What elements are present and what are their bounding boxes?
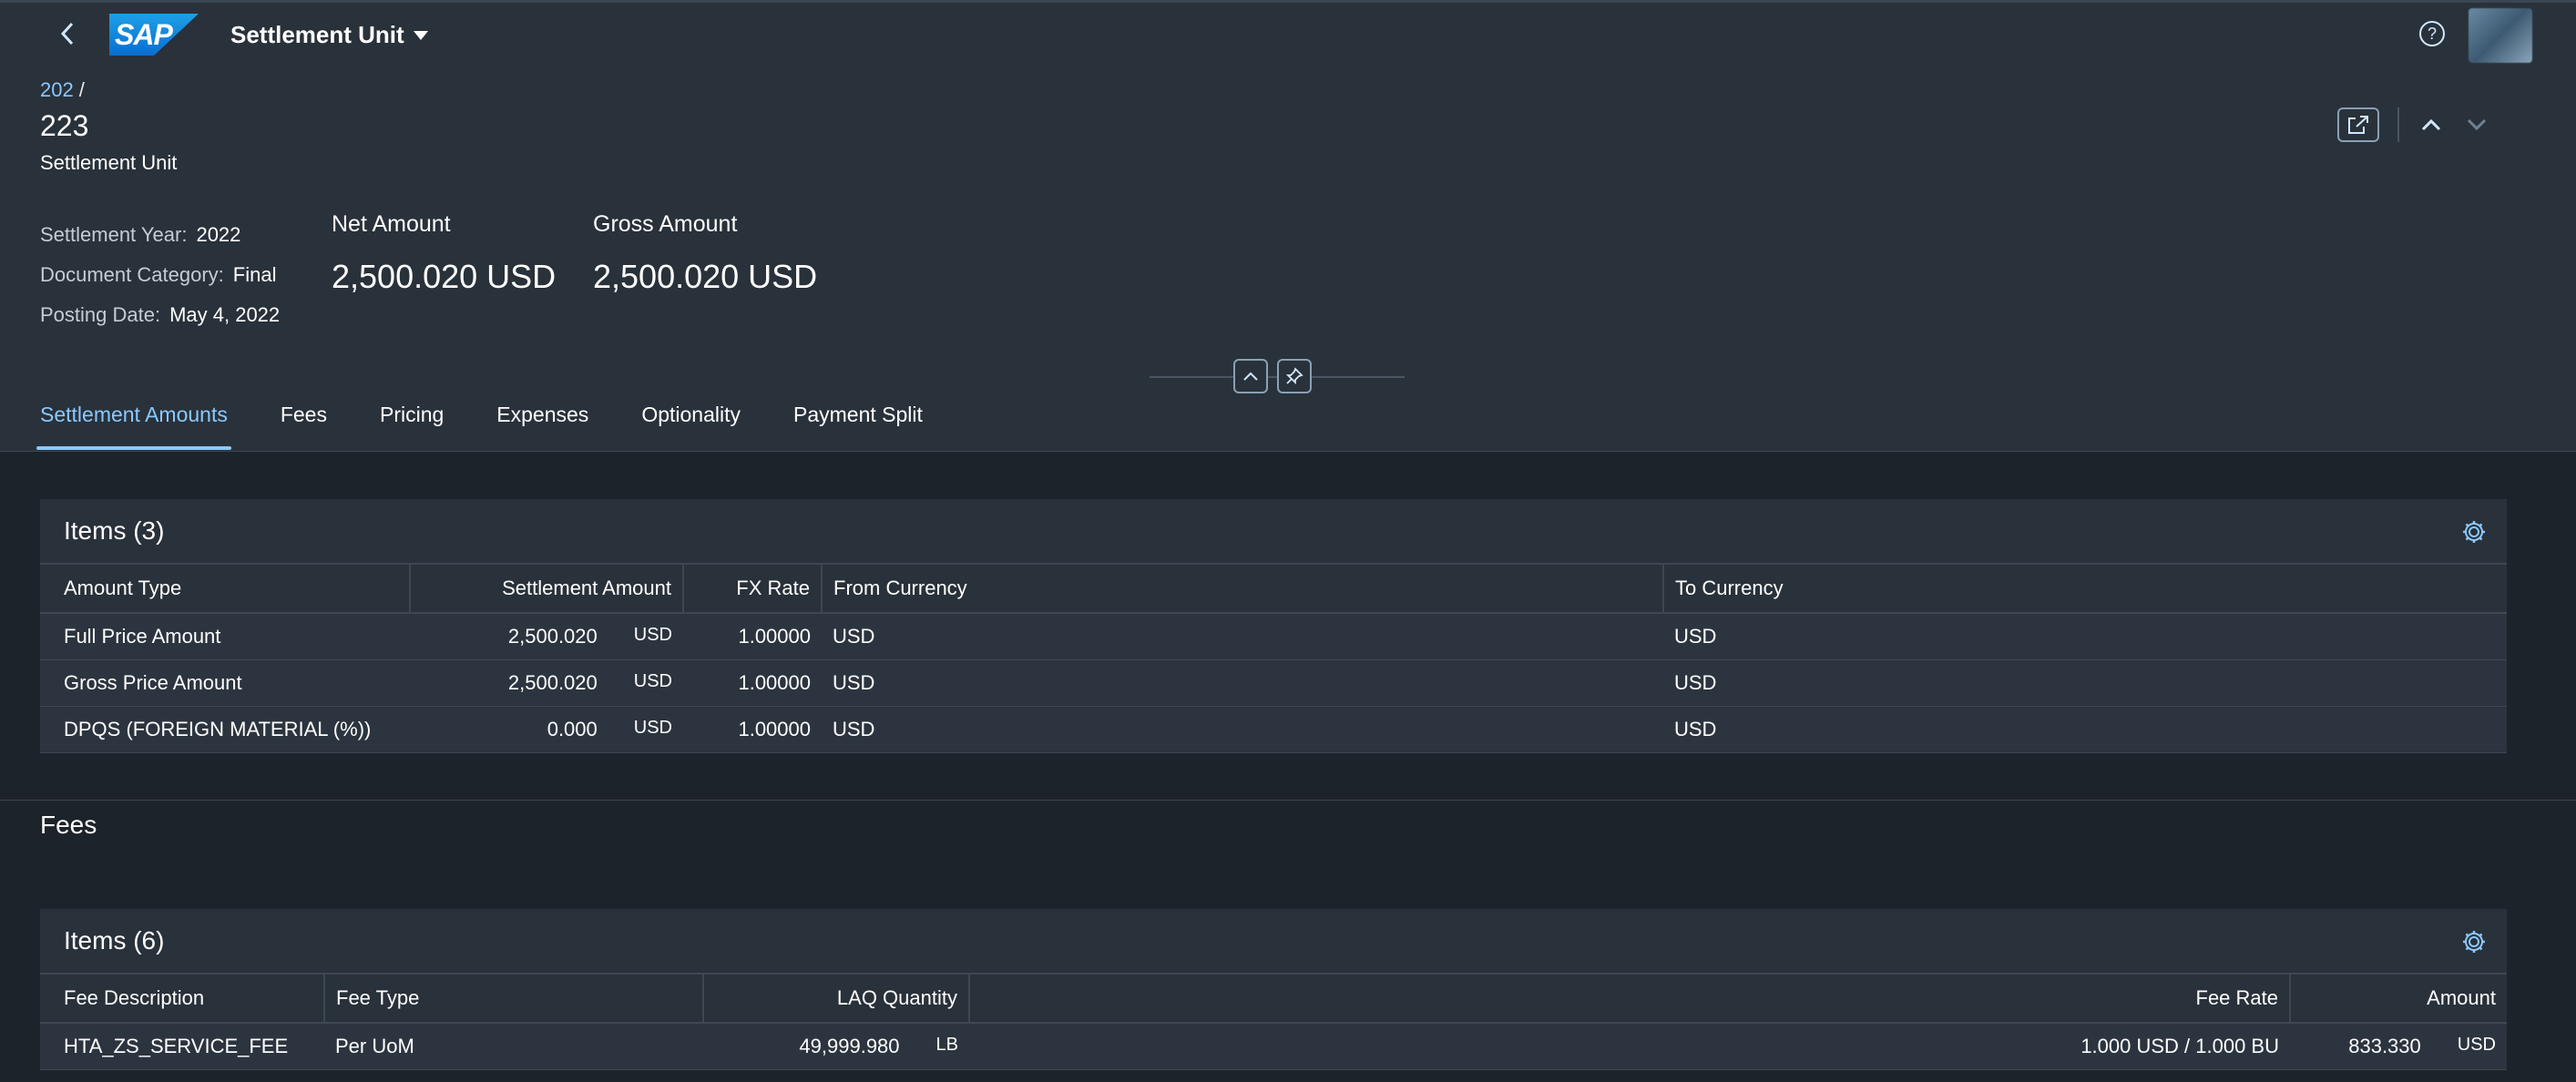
chevron-up-icon [1243, 372, 1258, 381]
column-header[interactable]: From Currency [822, 563, 1664, 614]
column-header[interactable]: Fee Description [40, 973, 325, 1024]
cell-to-currency: USD [1663, 706, 2507, 753]
column-header[interactable]: Fee Rate [969, 973, 2291, 1024]
shell-bar: SAP Settlement Unit ? [0, 0, 2576, 66]
tab-bar: Settlement Amounts Fees Pricing Expenses… [36, 403, 926, 450]
tab-settlement-amounts[interactable]: Settlement Amounts [36, 403, 231, 450]
table-row[interactable]: Full Price Amount 2,500.020 USD 1.00000 U… [40, 613, 2507, 660]
page-title: 223 [40, 109, 89, 142]
cell-to-currency: USD [1663, 613, 2507, 660]
table-row[interactable]: Gross Price Amount 2,500.020 USD 1.00000 … [40, 659, 2507, 707]
cell-fee-rate: 1.000 USD / 1.000 BU [969, 1023, 2290, 1070]
cell-settlement-amount: 0.000 USD [410, 706, 683, 753]
caret-down-icon [413, 30, 428, 40]
sap-logo: SAP [109, 14, 199, 56]
chevron-up-icon [2421, 118, 2441, 131]
header-attributes: Settlement Year: 2022 Document Category: F… [40, 215, 280, 335]
table-row[interactable]: HTA_ZS_SERVICE_FEE Per UoM 49,999.980 LB … [40, 1023, 2507, 1070]
table-header-row: Amount Type Settlement Amount FX Rate Fr… [40, 563, 2507, 614]
kpi-value: 2,500.020 USD [593, 258, 818, 295]
column-header[interactable]: FX Rate [683, 563, 823, 614]
table-header-row: Fee Description Fee Type LAQ Quantity Fe… [40, 973, 2507, 1024]
cell-settlement-amount: 2,500.020 USD [410, 613, 683, 660]
cell-from-currency: USD [822, 706, 1663, 753]
object-header: 202/ 223 Settlement Unit Settlement Year… [0, 66, 2576, 452]
section-divider [0, 800, 2576, 801]
pin-icon [1285, 367, 1303, 385]
attribute-document-category: Document Category: Final [40, 263, 277, 286]
table-title: Items (6) [64, 926, 165, 954]
previous-item-button[interactable] [2418, 111, 2445, 138]
cell-amount-type: DPQS (FOREIGN MATERIAL (%)) [40, 706, 410, 753]
breadcrumb-separator: / [78, 78, 85, 101]
tab-payment-split[interactable]: Payment Split [790, 403, 926, 447]
collapse-header-button[interactable] [1233, 359, 1268, 393]
cell-fx-rate: 1.00000 [683, 706, 822, 753]
back-button[interactable] [49, 15, 86, 52]
kpi-value: 2,500.020 USD [332, 258, 557, 295]
breadcrumb: 202/ [40, 78, 85, 102]
cell-fee-type: Per UoM [324, 1023, 703, 1070]
cell-fee-description: HTA_ZS_SERVICE_FEE [40, 1023, 324, 1070]
tab-pricing[interactable]: Pricing [376, 403, 447, 447]
divider [2397, 107, 2399, 142]
cell-amount: 833.330 USD [2290, 1023, 2507, 1070]
breadcrumb-link[interactable]: 202 [40, 78, 74, 101]
app-title-menu[interactable]: Settlement Unit [230, 21, 428, 49]
table-toolbar: Items (6) [40, 909, 2507, 973]
cell-fx-rate: 1.00000 [683, 613, 822, 660]
table-title: Items (3) [64, 516, 165, 545]
column-header[interactable]: Amount Type [40, 563, 411, 614]
column-header[interactable]: Fee Type [324, 973, 704, 1024]
attribute-posting-date: Posting Date: May 4, 2022 [40, 303, 281, 326]
fees-table-panel: Items (6) Fee Description Fee Type LAQ Q… [40, 909, 2507, 1070]
attribute-settlement-year: Settlement Year: 2022 [40, 223, 241, 246]
cell-laq-quantity: 49,999.980 LB [703, 1023, 969, 1070]
cell-amount-type: Gross Price Amount [40, 659, 410, 707]
settlement-amounts-table: Amount Type Settlement Amount FX Rate Fr… [40, 563, 2507, 753]
kpi-gross-amount: Gross Amount 2,500.020 USD [593, 211, 817, 296]
tab-fees[interactable]: Fees [277, 403, 331, 447]
table-toolbar: Items (3) [40, 499, 2507, 563]
page-subtitle: Settlement Unit [40, 151, 178, 174]
table-row[interactable]: DPQS (FOREIGN MATERIAL (%)) 0.000 USD 1.0… [40, 706, 2507, 753]
cell-to-currency: USD [1663, 659, 2507, 707]
chevron-down-icon [2467, 118, 2487, 131]
column-header[interactable]: Settlement Amount [410, 563, 684, 614]
next-item-button[interactable] [2463, 111, 2490, 138]
cell-settlement-amount: 2,500.020 USD [410, 659, 683, 707]
gear-icon[interactable] [2461, 929, 2487, 954]
column-header[interactable]: Amount [2290, 973, 2507, 1024]
tab-expenses[interactable]: Expenses [493, 403, 592, 447]
column-header[interactable]: To Currency [1663, 563, 2507, 614]
column-header[interactable]: LAQ Quantity [703, 973, 970, 1024]
chevron-left-icon [60, 22, 74, 46]
gear-icon[interactable] [2461, 519, 2487, 545]
cell-fx-rate: 1.00000 [683, 659, 822, 707]
pin-header-button[interactable] [1277, 359, 1312, 393]
share-icon [2348, 116, 2368, 134]
fees-table: Fee Description Fee Type LAQ Quantity Fe… [40, 973, 2507, 1070]
header-collapse-bar [1150, 359, 1405, 395]
settlement-amounts-table-panel: Items (3) Amount Type Settlement Amount … [40, 499, 2507, 753]
header-actions [2337, 107, 2509, 142]
kpi-label: Net Amount [332, 211, 451, 237]
avatar[interactable] [2469, 8, 2532, 63]
section-title-fees: Fees [40, 811, 97, 839]
tab-optionality[interactable]: Optionality [638, 403, 744, 447]
app-title: Settlement Unit [230, 21, 404, 48]
kpi-label: Gross Amount [593, 211, 738, 237]
help-icon[interactable]: ? [2419, 21, 2445, 46]
kpi-net-amount: Net Amount 2,500.020 USD [332, 211, 556, 296]
share-button[interactable] [2337, 107, 2379, 142]
cell-amount-type: Full Price Amount [40, 613, 410, 660]
cell-from-currency: USD [822, 659, 1663, 707]
cell-from-currency: USD [822, 613, 1663, 660]
